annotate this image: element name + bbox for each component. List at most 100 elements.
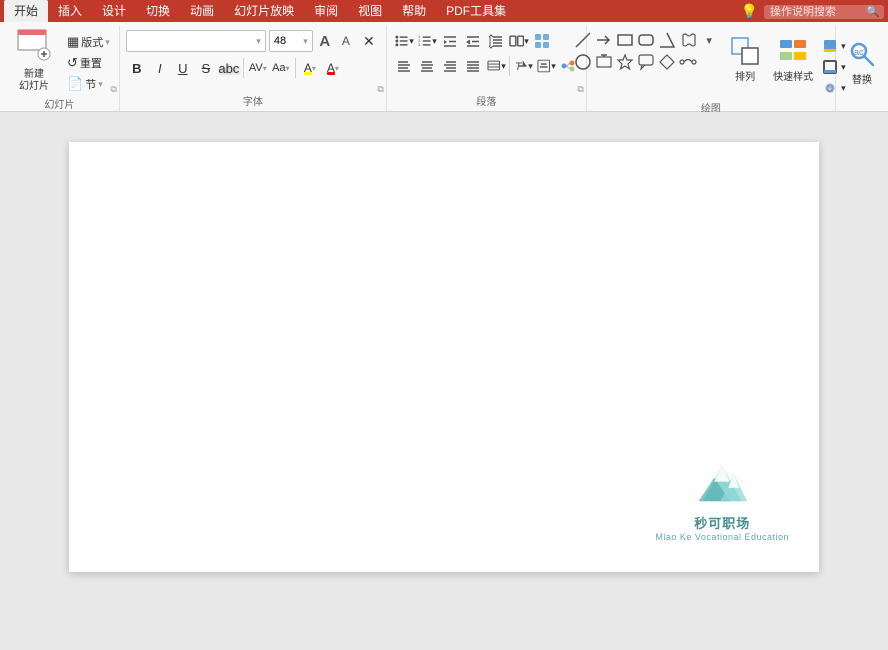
quick-styles-button[interactable]: 快速样式 <box>771 30 815 88</box>
new-slide-button[interactable]: 新建幻灯片 <box>6 28 62 88</box>
divider1 <box>243 58 244 78</box>
tab-help[interactable]: 帮助 <box>392 0 436 22</box>
grow-font-button[interactable]: A <box>316 32 334 50</box>
shape-text-box[interactable] <box>594 52 614 72</box>
align-right-button[interactable] <box>439 55 461 77</box>
change-case-button[interactable]: Aa ▾ <box>270 57 292 79</box>
font-size-value: 48 <box>274 35 286 47</box>
shape-connector[interactable] <box>678 52 698 72</box>
group-slides: 新建幻灯片 ▦ 版式 ▾ ↺ 重置 📄 节 ▾ <box>0 26 120 111</box>
increase-indent-button[interactable] <box>462 30 484 52</box>
group-search-content: ac 替换 <box>840 26 884 111</box>
lightbulb-icon: 💡 <box>741 3 758 20</box>
shadow-button[interactable]: abc <box>218 57 240 79</box>
divider2 <box>295 58 296 78</box>
smart-art-button[interactable] <box>531 30 553 52</box>
shape-circle[interactable] <box>573 52 593 72</box>
group-drawing-content: ▾ 排列 <box>571 26 851 98</box>
slide-canvas[interactable]: 秒可职场 Miao Ke Vocational Education <box>69 142 819 572</box>
font-color-button[interactable]: A ▾ <box>322 57 344 79</box>
strikethrough-button[interactable]: S <box>195 57 217 79</box>
group-font: ▾ 48 ▾ A A ✕ B I U S abc AV ▾ <box>120 26 387 111</box>
section-button[interactable]: 📄 节 ▾ <box>64 74 113 94</box>
search-wrap: 🔍 <box>764 5 884 19</box>
numbering-button[interactable]: 1.2.3. ▾ <box>416 30 438 52</box>
shape-line[interactable] <box>573 30 593 50</box>
font-group-label: 字体 <box>124 91 382 111</box>
watermark: 秒可职场 Miao Ke Vocational Education <box>655 458 789 542</box>
group-font-content: ▾ 48 ▾ A A ✕ B I U S abc AV ▾ <box>124 26 382 91</box>
find-label: 替换 <box>852 75 872 87</box>
group-drawing: ▾ 排列 <box>587 26 836 111</box>
slides-group-label: 幻灯片 <box>4 94 115 114</box>
bullets-button[interactable]: ▾ <box>393 30 415 52</box>
shape-arrow[interactable] <box>594 30 614 50</box>
shape-callout[interactable] <box>636 52 656 72</box>
new-slide-icon <box>16 26 52 67</box>
change-case-label: Aa <box>272 62 285 74</box>
justify-col-button[interactable]: ▾ <box>485 55 507 77</box>
find-button[interactable]: ac 替换 <box>842 32 882 92</box>
shape-rect[interactable] <box>615 30 635 50</box>
font-name-arrow: ▾ <box>256 36 261 47</box>
new-slide-label: 新建幻灯片 <box>19 69 49 93</box>
clear-format-button[interactable]: ✕ <box>358 30 380 52</box>
reset-button[interactable]: ↺ 重置 <box>64 53 113 73</box>
align-left-button[interactable] <box>393 55 415 77</box>
columns-button[interactable]: ▾ <box>508 30 530 52</box>
tab-review[interactable]: 审阅 <box>304 0 348 22</box>
font-expand-icon[interactable]: ⧉ <box>377 84 383 95</box>
char-spacing-label: AV <box>249 62 263 74</box>
tab-animation[interactable]: 动画 <box>180 0 224 22</box>
main-slide-area: 秒可职场 Miao Ke Vocational Education <box>0 112 888 650</box>
shrink-font-button[interactable]: A <box>337 32 355 50</box>
tab-insert[interactable]: 插入 <box>48 0 92 22</box>
tab-pdf[interactable]: PDF工具集 <box>436 0 516 22</box>
shape-rounded-rect[interactable] <box>636 30 656 50</box>
shape-star[interactable] <box>615 52 635 72</box>
decrease-indent-button[interactable] <box>439 30 461 52</box>
italic-button[interactable]: I <box>149 57 171 79</box>
text-highlight-button[interactable]: A ▾ <box>299 57 321 79</box>
align-center-button[interactable] <box>416 55 438 77</box>
ribbon-tabs-bar: 开始 插入 设计 切换 动画 幻灯片放映 审阅 视图 帮助 PDF工具集 💡 🔍 <box>0 0 888 22</box>
tab-home[interactable]: 开始 <box>4 0 48 22</box>
tab-design[interactable]: 设计 <box>92 0 136 22</box>
arrange-button[interactable]: 排列 <box>723 30 767 88</box>
shape-triangle[interactable] <box>657 30 677 50</box>
tab-transition[interactable]: 切换 <box>136 0 180 22</box>
reset-label: 重置 <box>80 55 102 71</box>
text-direction-button[interactable]: T ▾ <box>512 55 534 77</box>
align-text-button[interactable]: ▾ <box>535 55 557 77</box>
drawing-expand-icon[interactable]: ⧉ <box>827 84 833 95</box>
section-label: 节 <box>85 76 96 92</box>
group-search: ac 替换 <box>836 26 888 111</box>
layout-button[interactable]: ▦ 版式 ▾ <box>64 32 113 52</box>
svg-text:3.: 3. <box>418 43 421 47</box>
para-divider <box>509 56 510 76</box>
justify-button[interactable] <box>462 55 484 77</box>
tab-view[interactable]: 视图 <box>348 0 392 22</box>
search-input[interactable] <box>764 5 884 19</box>
underline-button[interactable]: U <box>172 57 194 79</box>
shapes-more-arrow[interactable]: ▾ <box>699 30 719 50</box>
slides-expand-icon[interactable]: ⧉ <box>110 84 116 95</box>
paragraph-group-label: 段落 <box>391 91 582 111</box>
font-color-icon: A <box>327 61 335 75</box>
watermark-logo-icon <box>687 458 757 513</box>
shape-scroll[interactable] <box>678 30 698 50</box>
quick-styles-label: 快速样式 <box>773 72 813 84</box>
group-paragraph-content: ▾ 1.2.3. ▾ ▾ <box>391 26 582 91</box>
char-spacing-button[interactable]: AV ▾ <box>247 57 269 79</box>
shape-diamond[interactable] <box>657 52 677 72</box>
font-name-dropdown[interactable]: ▾ <box>126 30 266 52</box>
tab-slideshow[interactable]: 幻灯片放映 <box>224 0 304 22</box>
line-spacing-button[interactable] <box>485 30 507 52</box>
font-name-row: ▾ 48 ▾ A A ✕ <box>126 30 380 52</box>
group-paragraph: ▾ 1.2.3. ▾ ▾ <box>387 26 587 111</box>
arrange-icon <box>730 36 760 70</box>
bold-button[interactable]: B <box>126 57 148 79</box>
section-icon: 📄 <box>67 76 83 92</box>
ribbon-right-area: 💡 🔍 <box>741 3 884 22</box>
font-size-dropdown[interactable]: 48 ▾ <box>269 30 313 52</box>
